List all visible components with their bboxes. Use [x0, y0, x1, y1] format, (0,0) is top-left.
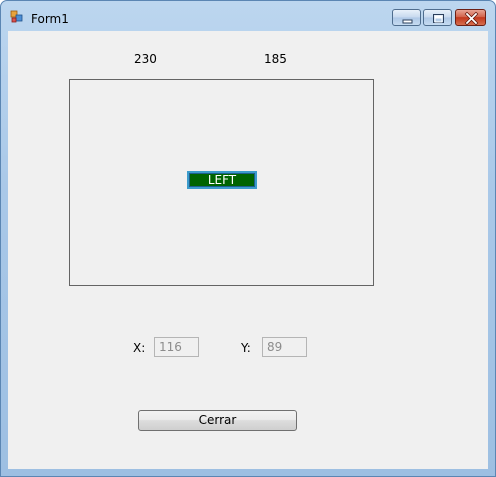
form1-window: Form1 230 185 LEFT X: 116 Y: 89 Cerrar	[0, 0, 496, 477]
close-window-button[interactable]	[455, 9, 486, 26]
window-title: Form1	[31, 12, 69, 26]
x-field[interactable]: 116	[154, 337, 199, 357]
maximize-button[interactable]	[423, 9, 452, 26]
cerrar-button[interactable]: Cerrar	[138, 410, 297, 431]
x-label: X:	[133, 341, 146, 355]
maximize-icon	[433, 14, 444, 23]
minimize-button[interactable]	[392, 9, 421, 26]
close-icon	[464, 11, 479, 26]
movement-panel[interactable]: LEFT	[69, 79, 374, 286]
y-label: Y:	[241, 341, 251, 355]
minimize-icon	[402, 19, 413, 24]
winforms-app-icon	[10, 10, 23, 23]
top-left-coordinate-label: 230	[134, 52, 157, 66]
top-right-coordinate-label: 185	[264, 52, 287, 66]
form-client-area: 230 185 LEFT X: 116 Y: 89 Cerrar	[8, 31, 488, 469]
left-button[interactable]: LEFT	[187, 171, 257, 189]
title-bar[interactable]: Form1	[1, 1, 495, 31]
y-field[interactable]: 89	[262, 337, 307, 357]
